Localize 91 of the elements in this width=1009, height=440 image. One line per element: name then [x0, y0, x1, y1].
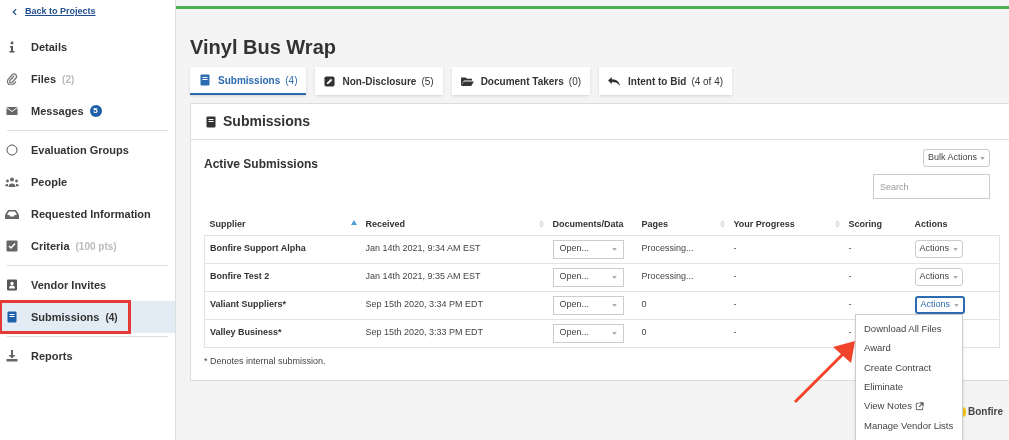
table-cell: -	[848, 327, 852, 338]
column-header: Pages	[641, 219, 669, 229]
table-cell: -	[848, 243, 852, 254]
actions-button[interactable]: Actions	[914, 240, 963, 258]
table-cell: -	[733, 327, 737, 338]
folder-icon	[460, 75, 474, 87]
column-header: Your Progress	[733, 219, 795, 229]
book-icon	[199, 74, 211, 86]
column-header: Documents/Data	[552, 219, 624, 229]
sidebar-item[interactable]: Requested Information	[0, 198, 175, 230]
sidebar-item[interactable]: Criteria (100 pts)	[0, 230, 175, 262]
sort-icon[interactable]	[538, 220, 544, 228]
supplier-name: Valiant Suppliers*	[210, 299, 287, 310]
table-cell: -	[733, 271, 737, 282]
table-cell: Processing...	[641, 271, 694, 282]
supplier-name: Bonfire Support Alpha	[210, 243, 306, 254]
count-badge: 5	[89, 105, 102, 117]
edit-icon	[324, 75, 336, 87]
table-cell: -	[733, 299, 737, 310]
sidebar-item[interactable]: Vendor Invites	[0, 269, 175, 301]
actions-button[interactable]: Actions	[914, 296, 965, 314]
caret-icon	[954, 303, 959, 307]
tab[interactable]: Intent to Bid (4 of 4)	[599, 67, 733, 95]
caret-icon	[953, 275, 958, 279]
back-link[interactable]: Back to Projects	[0, 4, 175, 20]
reply-icon	[608, 75, 622, 87]
contact-card-icon	[5, 279, 19, 291]
menu-item[interactable]: Download All Files	[856, 319, 962, 339]
sidebar-item[interactable]: Submissions (4)	[0, 301, 175, 333]
menu-item[interactable]: View Notes	[856, 396, 962, 416]
supplier-name: Bonfire Test 2	[210, 271, 270, 282]
caret-icon	[953, 247, 958, 251]
column-header: Actions	[914, 219, 948, 229]
arrow-annotation	[793, 339, 857, 404]
tab[interactable]: Document Takers (0)	[451, 67, 591, 95]
sidebar-item[interactable]: Evaluation Groups	[0, 134, 175, 166]
supplier-name: Valley Business*	[210, 327, 282, 338]
menu-item[interactable]: Eliminate	[856, 377, 962, 397]
table-cell: -	[848, 271, 852, 282]
sort-ascending-icon[interactable]	[350, 220, 357, 225]
chevron-left-icon	[12, 8, 17, 16]
table-cell: 0	[641, 327, 647, 338]
caret-icon	[611, 247, 617, 251]
table-cell: 0	[641, 299, 647, 310]
table-cell: Processing...	[641, 243, 694, 254]
actions-button[interactable]: Actions	[914, 268, 963, 286]
table-cell: -	[848, 299, 852, 310]
paperclip-icon	[5, 73, 19, 85]
menu-item[interactable]: Create Contract	[856, 358, 962, 378]
tab[interactable]: Non-Disclosure (5)	[315, 67, 443, 95]
sidebar-item[interactable]: Reports	[0, 340, 175, 372]
search-field[interactable]: Search	[873, 174, 990, 199]
book-icon	[5, 311, 19, 323]
envelope-icon	[5, 105, 19, 117]
book-icon	[205, 115, 217, 128]
panel-title: Submissions	[223, 112, 311, 131]
caret-icon	[611, 303, 617, 307]
column-header: Scoring	[848, 219, 882, 229]
circle-icon	[5, 144, 19, 156]
table-cell: Sep 15th 2020, 3:34 PM EDT	[365, 299, 484, 310]
menu-item[interactable]: Award	[856, 338, 962, 359]
table-cell: Jan 14th 2021, 9:35 AM EST	[365, 271, 481, 282]
sort-icon[interactable]	[834, 220, 840, 228]
menu-item[interactable]: Manage Vendor Lists	[856, 416, 962, 436]
sidebar-item[interactable]: People	[0, 166, 175, 198]
table-cell: Sep 15th 2020, 3:33 PM EDT	[365, 327, 484, 338]
page-title: Vinyl Bus Wrap	[190, 35, 336, 59]
sidebar-item[interactable]: Messages 5	[0, 95, 175, 127]
bulk-actions-button[interactable]: Bulk Actions	[922, 149, 990, 167]
section-title: Active Submissions	[204, 156, 319, 173]
caret-icon	[611, 275, 617, 279]
inbox-icon	[5, 208, 19, 220]
column-header: Received	[365, 219, 406, 229]
table-cell: Jan 14th 2021, 9:34 AM EST	[365, 243, 481, 254]
checkbox-icon	[5, 240, 19, 252]
footnote: * Denotes internal submission.	[204, 354, 326, 368]
people-icon	[5, 176, 19, 188]
sort-icon[interactable]	[719, 220, 725, 228]
caret-icon	[980, 156, 985, 160]
table-cell: -	[733, 243, 737, 254]
logo-text: Bonfire	[968, 405, 1003, 419]
caret-icon	[611, 331, 617, 335]
documents-dropdown[interactable]: Open...	[552, 239, 624, 259]
documents-dropdown[interactable]: Open...	[552, 295, 624, 315]
sidebar-item[interactable]: Files (2)	[0, 63, 175, 95]
download-icon	[5, 350, 19, 362]
tab[interactable]: Submissions (4)	[190, 67, 307, 95]
column-header: Supplier	[209, 219, 246, 229]
documents-dropdown[interactable]: Open...	[552, 267, 624, 287]
sidebar-item[interactable]: Details	[0, 31, 175, 63]
documents-dropdown[interactable]: Open...	[552, 323, 624, 343]
